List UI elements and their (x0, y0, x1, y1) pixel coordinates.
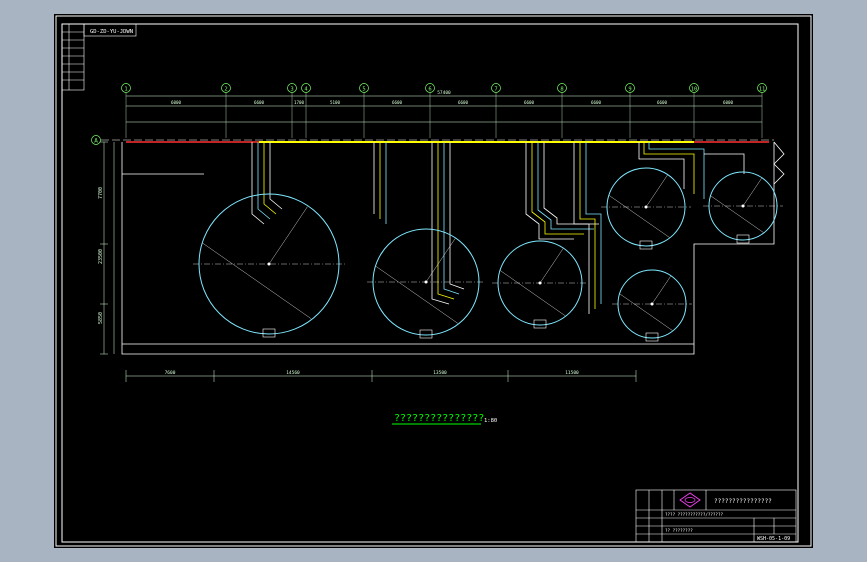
tank-3-base-fitting (533, 319, 547, 329)
drawing-code: WSH-05-1-09 (757, 536, 790, 542)
axis-label-10: 10 (691, 87, 698, 93)
top-dimension-9: 6600 (657, 100, 668, 105)
tank-4-base-fitting (639, 240, 653, 250)
top-dimension-6: 6600 (458, 100, 469, 105)
axis-label-8: 8 (560, 87, 563, 93)
tank-2-center-mark (424, 280, 428, 284)
tank-6-leader-1 (619, 293, 673, 331)
tank-3-leader-1 (499, 270, 566, 316)
drawing-number: GD-ZD-YU-JDWN (90, 29, 133, 35)
cad-viewport[interactable]: GD-ZD-YU-JDWN A 1 2 3 4 5 6 7 8 9 10 11 57400 6000 6… (0, 0, 867, 562)
tank-2-leader-1 (375, 265, 458, 324)
tank-1-leader-2 (268, 206, 308, 265)
tank-5-leader-1 (710, 195, 764, 233)
top-dimension-8: 6600 (591, 100, 602, 105)
tank-5-center-mark (741, 204, 745, 208)
tank-1-base-fitting (262, 328, 276, 338)
top-dimension-7: 6600 (524, 100, 535, 105)
axis-label-5: 5 (362, 87, 365, 93)
side-dimension-3: 5850 (98, 312, 104, 324)
row-label: A (94, 138, 98, 145)
top-dimension-2: 6600 (254, 100, 265, 105)
tank-2-leader-2 (425, 238, 456, 283)
tank-4-leader-1 (608, 195, 670, 238)
tank-3-center-mark (538, 281, 542, 285)
tank-5-leader-2 (742, 178, 762, 207)
outer-border (55, 15, 812, 547)
axis-label-4: 4 (304, 87, 308, 93)
tank-1-leader-1 (202, 242, 312, 319)
axis-label-6: 6 (428, 87, 431, 93)
tank-6-base-fitting (645, 332, 659, 342)
tank-1-center-mark (267, 262, 271, 266)
top-dimension-3: 1700 (294, 100, 305, 105)
row-a-grid: A (91, 135, 774, 145)
side-dimension-1: 7700 (98, 187, 104, 199)
bottom-dimensions: 7600 14560 13500 11500 (125, 370, 637, 382)
side-dimension-2: 23500 (98, 249, 104, 264)
top-dimension-1: 6000 (171, 100, 182, 105)
top-dimension-5: 6600 (392, 100, 403, 105)
top-dimension-10: 6000 (723, 100, 734, 105)
tank-5-base-fitting (736, 234, 750, 244)
tank-group (193, 167, 783, 342)
bottom-dimension-4: 11500 (565, 370, 579, 376)
top-dimension-4: 5100 (330, 100, 341, 105)
top-dimensions: 574006000 6600 1700 5100 6600 6600 6600 6600 660… (126, 90, 762, 123)
tank-4-leader-2 (645, 174, 668, 208)
project-title: ???????????????? (714, 498, 772, 505)
bottom-dimension-1: 7600 (165, 370, 176, 376)
drawing-sheet: GD-ZD-YU-JDWN A 1 2 3 4 5 6 7 8 9 10 11 57400 6000 6… (54, 14, 813, 548)
tank-4-center-mark (644, 205, 648, 209)
axis-label-1: 1 (124, 87, 127, 93)
axis-label-2: 2 (224, 87, 227, 93)
axis-label-3: 3 (290, 87, 293, 93)
tank-6-leader-2 (651, 276, 671, 305)
company-logo-icon (679, 492, 701, 508)
tank-3-leader-2 (539, 248, 564, 284)
bottom-dimension-3: 13500 (433, 370, 447, 376)
drawing-caption: ??????????????? (394, 413, 484, 424)
title-row-2: ?? ???????? (665, 528, 693, 533)
total-dimension-text: 57400 (437, 90, 451, 96)
caption-scale: 1:80 (484, 418, 497, 424)
cad-drawing[interactable]: GD-ZD-YU-JDWN A 1 2 3 4 5 6 7 8 9 10 11 57400 6000 6… (54, 14, 813, 548)
axis-label-7: 7 (494, 87, 497, 93)
tank-6-center-mark (650, 302, 654, 306)
bottom-dimension-2: 14560 (286, 370, 300, 376)
title-row-1: ???? ???????????/?????? (665, 512, 723, 517)
axis-label-9: 9 (628, 87, 631, 93)
tank-2-base-fitting (419, 329, 433, 339)
axis-label-11: 11 (759, 87, 766, 93)
